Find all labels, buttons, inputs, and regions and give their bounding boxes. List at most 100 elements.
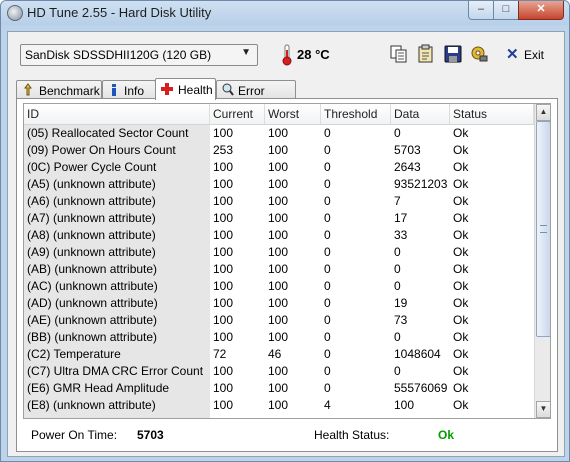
tab-health[interactable]: Health	[155, 78, 216, 100]
cell-current: 100	[213, 313, 234, 327]
copy-text-icon[interactable]	[416, 44, 436, 64]
title-bar[interactable]: HD Tune 2.55 - Hard Disk Utility – □ ✕	[1, 1, 569, 25]
smart-attribute-table[interactable]: ID Current Worst Threshold Data Status (…	[23, 103, 551, 419]
cell-threshold: 0	[324, 279, 331, 293]
cell-threshold: 0	[324, 330, 331, 344]
options-icon[interactable]	[469, 44, 489, 64]
column-header-data[interactable]: Data	[391, 104, 450, 124]
cell-id: (E8) (unknown attribute)	[27, 398, 156, 412]
table-row[interactable]: (AB) (unknown attribute) 100 100 0 0 Ok	[24, 261, 534, 278]
table-row[interactable]: (09) Power On Hours Count 253 100 0 5703 Ok	[24, 142, 534, 159]
close-button[interactable]: ✕	[518, 1, 564, 20]
copy-icon[interactable]	[389, 44, 409, 64]
cell-data: 7	[394, 194, 401, 208]
minimize-button[interactable]: –	[468, 1, 494, 20]
cell-current: 100	[213, 160, 234, 174]
table-row[interactable]: (A5) (unknown attribute) 100 100 0 93521203 O…	[24, 176, 534, 193]
column-header-worst[interactable]: Worst	[265, 104, 321, 124]
table-row[interactable]: (AE) (unknown attribute) 100 100 0 73 Ok	[24, 312, 534, 329]
table-header: ID Current Worst Threshold Data Status	[24, 104, 534, 125]
cell-data: 33	[394, 228, 408, 242]
thermometer-icon	[282, 44, 292, 66]
scroll-down-button[interactable]: ▼	[536, 401, 550, 418]
vertical-scrollbar[interactable]: ▲ ▼	[534, 104, 550, 418]
cell-threshold: 0	[324, 177, 331, 191]
cell-id: (09) Power On Hours Count	[27, 143, 176, 157]
cell-id: (AB) (unknown attribute)	[27, 262, 158, 276]
cell-worst: 100	[268, 126, 289, 140]
cell-worst: 100	[268, 245, 289, 259]
exit-button[interactable]: ✕ Exit	[506, 46, 548, 64]
table-row[interactable]: (C7) Ultra DMA CRC Error Count 100 100 0 0 Ok	[24, 363, 534, 380]
cell-worst: 100	[268, 381, 289, 395]
cell-current: 100	[213, 262, 234, 276]
cell-status: Ok	[453, 296, 469, 310]
table-row[interactable]: (A7) (unknown attribute) 100 100 0 17 Ok	[24, 210, 534, 227]
cell-worst: 100	[268, 177, 289, 191]
column-header-id[interactable]: ID	[24, 104, 210, 124]
cell-worst: 100	[268, 160, 289, 174]
exit-icon: ✕	[506, 46, 519, 63]
cell-threshold: 0	[324, 194, 331, 208]
table-row[interactable]: (E8) (unknown attribute) 100 100 4 100 Ok	[24, 397, 534, 414]
cell-data: 17	[394, 211, 408, 225]
cell-id: (A7) (unknown attribute)	[27, 211, 156, 225]
maximize-button[interactable]: □	[493, 1, 519, 20]
column-header-status[interactable]: Status	[450, 104, 534, 124]
cell-current: 100	[213, 364, 234, 378]
scroll-up-button[interactable]: ▲	[536, 104, 550, 121]
window-title: HD Tune 2.55 - Hard Disk Utility	[27, 5, 212, 20]
table-row[interactable]: (0C) Power Cycle Count 100 100 0 2643 Ok	[24, 159, 534, 176]
health-status-value: Ok	[438, 428, 455, 442]
cell-current: 72	[213, 347, 227, 361]
table-row[interactable]: (A8) (unknown attribute) 100 100 0 33 Ok	[24, 227, 534, 244]
cell-status: Ok	[453, 279, 469, 293]
column-header-threshold[interactable]: Threshold	[321, 104, 391, 124]
cell-data: 55576069	[394, 381, 448, 395]
tab-error-scan[interactable]: Error Scan	[216, 80, 296, 112]
cell-current: 100	[213, 228, 234, 242]
magnifier-icon	[222, 83, 234, 96]
cell-threshold: 0	[324, 143, 331, 157]
cell-data: 93521203	[394, 177, 448, 191]
power-on-time-value: 5703	[137, 428, 164, 442]
cell-status: Ok	[453, 347, 469, 361]
cell-data: 0	[394, 364, 401, 378]
cell-worst: 100	[268, 143, 289, 157]
table-row[interactable]: (05) Reallocated Sector Count 100 100 0 0 Ok	[24, 125, 534, 142]
cell-status: Ok	[453, 398, 469, 412]
tab-info[interactable]: Info	[102, 80, 156, 99]
cell-id: (E6) GMR Head Amplitude	[27, 381, 170, 395]
cell-worst: 100	[268, 330, 289, 344]
cell-current: 100	[213, 398, 234, 412]
scroll-thumb[interactable]	[536, 121, 550, 337]
cell-data: 100	[394, 398, 415, 412]
tab-benchmark-label: Benchmark	[39, 84, 100, 98]
drive-dropdown[interactable]: SanDisk SDSSDHII120G (120 GB) ▼	[20, 44, 258, 66]
table-row[interactable]: (BB) (unknown attribute) 100 100 0 0 Ok	[24, 329, 534, 346]
cell-threshold: 0	[324, 211, 331, 225]
cell-id: (AC) (unknown attribute)	[27, 279, 158, 293]
cell-id: (C7) Ultra DMA CRC Error Count	[27, 364, 204, 378]
column-header-current[interactable]: Current	[210, 104, 265, 124]
table-row[interactable]: (AD) (unknown attribute) 100 100 0 19 Ok	[24, 295, 534, 312]
table-row[interactable]: (AC) (unknown attribute) 100 100 0 0 Ok	[24, 278, 534, 295]
tab-benchmark[interactable]: Benchmark	[16, 80, 102, 99]
tab-info-label: Info	[124, 84, 145, 98]
cell-status: Ok	[453, 177, 469, 191]
cell-worst: 100	[268, 313, 289, 327]
table-row[interactable]: (E6) GMR Head Amplitude 100 100 0 55576069 Ok	[24, 380, 534, 397]
cell-status: Ok	[453, 160, 469, 174]
cell-status: Ok	[453, 126, 469, 140]
table-row[interactable]: (C2) Temperature 72 46 0 1048604 Ok	[24, 346, 534, 363]
table-row[interactable]: (A9) (unknown attribute) 100 100 0 0 Ok	[24, 244, 534, 261]
save-icon[interactable]	[443, 44, 463, 64]
cell-worst: 100	[268, 296, 289, 310]
chevron-down-icon: ▼	[241, 47, 251, 58]
cell-current: 100	[213, 279, 234, 293]
cell-data: 2643	[394, 160, 421, 174]
cell-current: 100	[213, 177, 234, 191]
tab-health-label: Health	[178, 83, 213, 97]
table-row[interactable]: (A6) (unknown attribute) 100 100 0 7 Ok	[24, 193, 534, 210]
health-cross-icon	[161, 83, 173, 95]
